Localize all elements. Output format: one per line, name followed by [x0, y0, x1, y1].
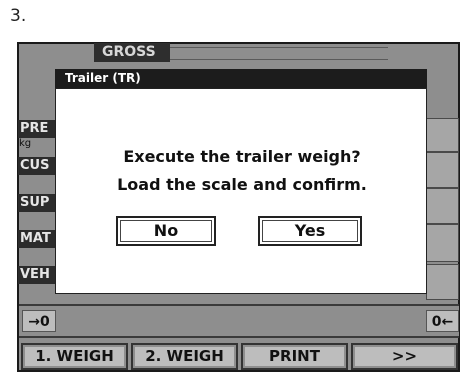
right-cell-3	[426, 188, 459, 224]
right-cell-5	[426, 264, 459, 300]
confirm-dialog: Execute the trailer weigh? Load the scal…	[55, 88, 427, 294]
print-button[interactable]: PRINT	[241, 343, 348, 370]
left-label-cus: CUS	[18, 157, 56, 175]
zero-row	[19, 304, 459, 338]
right-cell-1	[426, 118, 459, 152]
more-button[interactable]: >>	[351, 343, 458, 370]
step-number: 3.	[10, 6, 27, 26]
left-label-pre: PRE	[18, 120, 56, 138]
dialog-title: Trailer (TR)	[55, 69, 427, 88]
left-label-veh: VEH	[18, 266, 56, 284]
no-button[interactable]: No	[116, 216, 216, 246]
yes-button[interactable]: Yes	[258, 216, 362, 246]
weigh-1-button[interactable]: 1. WEIGH	[21, 343, 128, 370]
gross-value-bar	[170, 47, 388, 60]
unit-label: kg	[19, 138, 32, 149]
dialog-message-line-2: Load the scale and confirm.	[117, 175, 367, 194]
right-cell-4	[426, 224, 459, 262]
weigh-2-button[interactable]: 2. WEIGH	[131, 343, 238, 370]
gross-label: GROSS	[94, 43, 170, 62]
zero-right-button[interactable]: 0←	[426, 310, 459, 332]
left-label-sup: SUP	[18, 194, 56, 212]
zero-left-button[interactable]: →0	[22, 310, 56, 332]
dialog-message-line-1: Execute the trailer weigh?	[123, 147, 361, 166]
right-cell-2	[426, 152, 459, 188]
left-label-mat: MAT	[18, 230, 56, 248]
